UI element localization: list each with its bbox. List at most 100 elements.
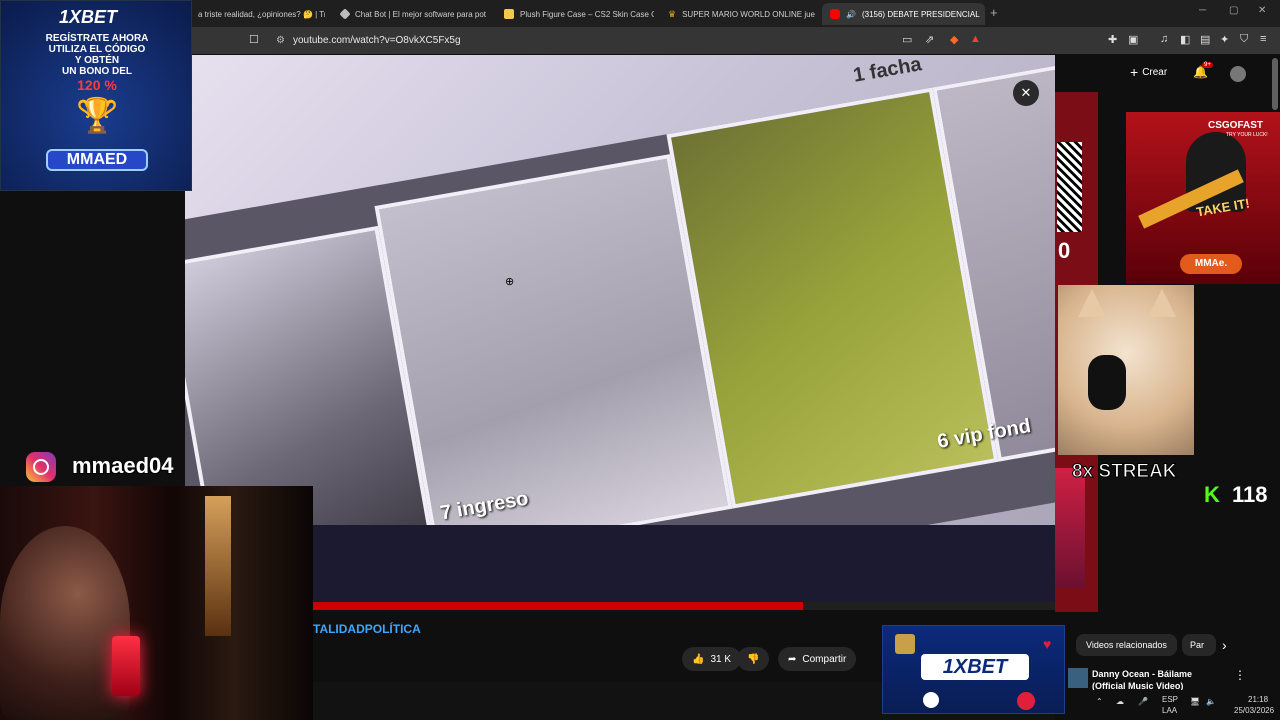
red-lamp <box>112 636 140 696</box>
cctv-grid <box>185 61 1055 605</box>
close-window-button[interactable]: ✕ <box>1258 5 1266 16</box>
ad-cs-subtitle: TRY YOUR LUCK! <box>1226 132 1268 138</box>
stream-pink-strip <box>1055 468 1085 588</box>
menu-icon[interactable]: ≡ <box>1260 33 1266 45</box>
create-label: Crear <box>1142 66 1168 78</box>
language-code[interactable]: ESP <box>1162 695 1178 704</box>
chevron-right-icon[interactable]: › <box>1222 637 1227 653</box>
clock-date[interactable]: 25/03/2026 <box>1234 706 1274 715</box>
plus-icon: + <box>1130 64 1139 80</box>
video-bottom-band <box>313 525 1055 605</box>
keyboard-layout[interactable]: LAA <box>1162 706 1177 715</box>
chatbot-icon <box>339 8 351 20</box>
streak-label: 8x STREAK <box>1072 461 1178 483</box>
camera-panel-hallway <box>374 154 733 561</box>
share-button[interactable]: ➦ Compartir <box>778 647 857 671</box>
video-progress-bar[interactable] <box>313 602 1055 610</box>
more-vert-icon[interactable]: ⋮ <box>1234 668 1246 682</box>
like-count: 31 K <box>710 653 732 665</box>
minimize-button[interactable]: ─ <box>1199 5 1206 16</box>
browser-tab[interactable]: Plush Figure Case – CS2 Skin Case O <box>496 3 654 25</box>
ad-bonus: 120 % <box>77 77 117 93</box>
share-arrow-icon: ➦ <box>788 653 797 665</box>
crown-icon: ♛ <box>668 8 677 19</box>
coin-icon <box>895 634 915 654</box>
ad-line: Y OBTÉN <box>74 55 120 66</box>
cat-meme-image <box>1058 285 1194 455</box>
cat-ear <box>1148 289 1176 317</box>
ad-line: UN BONO DEL <box>62 66 132 77</box>
panel-icon[interactable]: ◧ <box>1180 33 1190 46</box>
browser-tab[interactable]: Chat Bot | El mejor software para pot <box>333 3 488 25</box>
tab-title: Chat Bot | El mejor software para pot <box>355 9 487 19</box>
ad-1xbet-top: 1XBET REGÍSTRATE AHORA UTILIZA EL CÓDIGO… <box>0 0 192 191</box>
bookmark-icon[interactable]: ☐ <box>249 33 259 46</box>
share-icon[interactable]: ⇗ <box>925 33 934 46</box>
ad-bottom-brand: 1XBET <box>921 654 1029 680</box>
extensions-icon[interactable]: ✚ <box>1108 33 1117 46</box>
avatar[interactable] <box>1230 66 1246 82</box>
browser-tab[interactable]: ♛ SUPER MARIO WORLD ONLINE jueg <box>660 3 815 25</box>
browser-tab-active[interactable]: 🔊 (3156) DEBATE PRESIDENCIAL ✕ <box>822 3 985 25</box>
chip-related-videos[interactable]: Videos relacionados <box>1076 634 1177 656</box>
address-bar[interactable]: ⚙ youtube.com/watch?v=O8vkXC5Fx5g <box>270 30 990 51</box>
microphone-tray-icon[interactable]: 🎤 <box>1138 697 1148 706</box>
thumbs-down-icon: 👎 <box>747 653 760 665</box>
ball-icon <box>923 692 939 708</box>
speaker-icon: 🔊 <box>846 9 856 19</box>
site-settings-icon[interactable]: ⚙ <box>276 35 285 46</box>
close-overlay-button[interactable]: ✕ <box>1013 80 1039 106</box>
microphone-icon <box>1088 355 1126 410</box>
screen-cast-icon[interactable]: ▭ <box>902 33 912 46</box>
tab-title: Plush Figure Case – CS2 Skin Case O <box>520 9 654 19</box>
tab-title: (3156) DEBATE PRESIDENCIAL <box>861 9 980 19</box>
youtube-icon <box>830 9 840 19</box>
instagram-handle: mmaed04 <box>72 453 174 478</box>
qr-code <box>1057 142 1082 232</box>
video-hashtag[interactable]: TALIDADPOLÍTICA <box>313 622 421 636</box>
chip-partial[interactable]: Par <box>1182 634 1216 656</box>
kick-viewer-count: 118 <box>1232 482 1268 507</box>
create-button[interactable]: + Crear <box>1130 64 1167 80</box>
ad-cs-title: CSGOFAST <box>1208 120 1264 131</box>
trophy-icon: 🏆 <box>76 97 119 135</box>
ad-line: UTILIZA EL CÓDIGO <box>48 44 146 55</box>
swirl-icon <box>1017 692 1035 710</box>
instagram-icon <box>26 452 56 482</box>
chevron-up-icon[interactable]: ⌃ <box>1096 697 1103 706</box>
brave-shield-icon[interactable]: ◆ <box>950 33 958 46</box>
side-number: 0 <box>1058 238 1071 263</box>
ad-promo-code: MMAED <box>46 149 148 171</box>
wallet-icon[interactable]: ▤ <box>1200 33 1210 46</box>
sidebar-icon[interactable]: ▣ <box>1128 33 1138 46</box>
ad-csgofast: CSGOFAST TRY YOUR LUCK! TAKE IT! MMAe. <box>1126 112 1280 284</box>
browser-tab[interactable]: a triste realidad, ¿opiniones? 🤔 | Tr <box>190 3 325 25</box>
kick-logo: K <box>1204 482 1220 507</box>
network-icon[interactable]: 🖥 <box>1190 697 1200 706</box>
system-tray: ⌃ ☁ 🎤 ESP LAA 🖥 🔈 21:18 25/03/2026 <box>1088 690 1280 720</box>
cloud-icon[interactable]: ☁ <box>1116 697 1124 706</box>
brave-rewards-icon[interactable]: ▲ <box>970 33 981 45</box>
music-icon[interactable]: ♫ <box>1160 33 1168 45</box>
related-video-thumbnail[interactable] <box>1068 668 1088 688</box>
ai-icon[interactable]: ✦ <box>1220 33 1229 46</box>
heart-icon: ♥ <box>1043 636 1052 652</box>
new-tab-button[interactable]: + <box>990 5 998 20</box>
url-text: youtube.com/watch?v=O8vkXC5Fx5g <box>292 35 461 46</box>
tab-title: a triste realidad, ¿opiniones? 🤔 | Tr <box>198 9 325 19</box>
dislike-button[interactable]: 👎 <box>737 647 770 671</box>
maximize-button[interactable]: ▢ <box>1229 5 1238 16</box>
related-video-title[interactable]: Danny Ocean - Báilame (Official Music Vi… <box>1092 668 1227 692</box>
notification-badge: 9+ <box>1202 62 1213 68</box>
streamer-figure <box>0 526 130 720</box>
ad-brand: 1XBET <box>59 7 118 27</box>
clock-time[interactable]: 21:18 <box>1248 695 1268 704</box>
scrollbar[interactable] <box>1272 58 1278 110</box>
vpn-icon[interactable]: ⛉ <box>1240 33 1248 46</box>
volume-icon[interactable]: 🔈 <box>1206 697 1216 706</box>
cat-ear <box>1078 289 1106 317</box>
ad-cs-badge: MMAe. <box>1180 254 1242 274</box>
video-player[interactable]: 1 facha 6 vip fond 7 ingreso ⊕ ✕ <box>185 55 1055 605</box>
window-light <box>205 496 231 636</box>
like-button[interactable]: 👍 31 K <box>682 647 742 671</box>
